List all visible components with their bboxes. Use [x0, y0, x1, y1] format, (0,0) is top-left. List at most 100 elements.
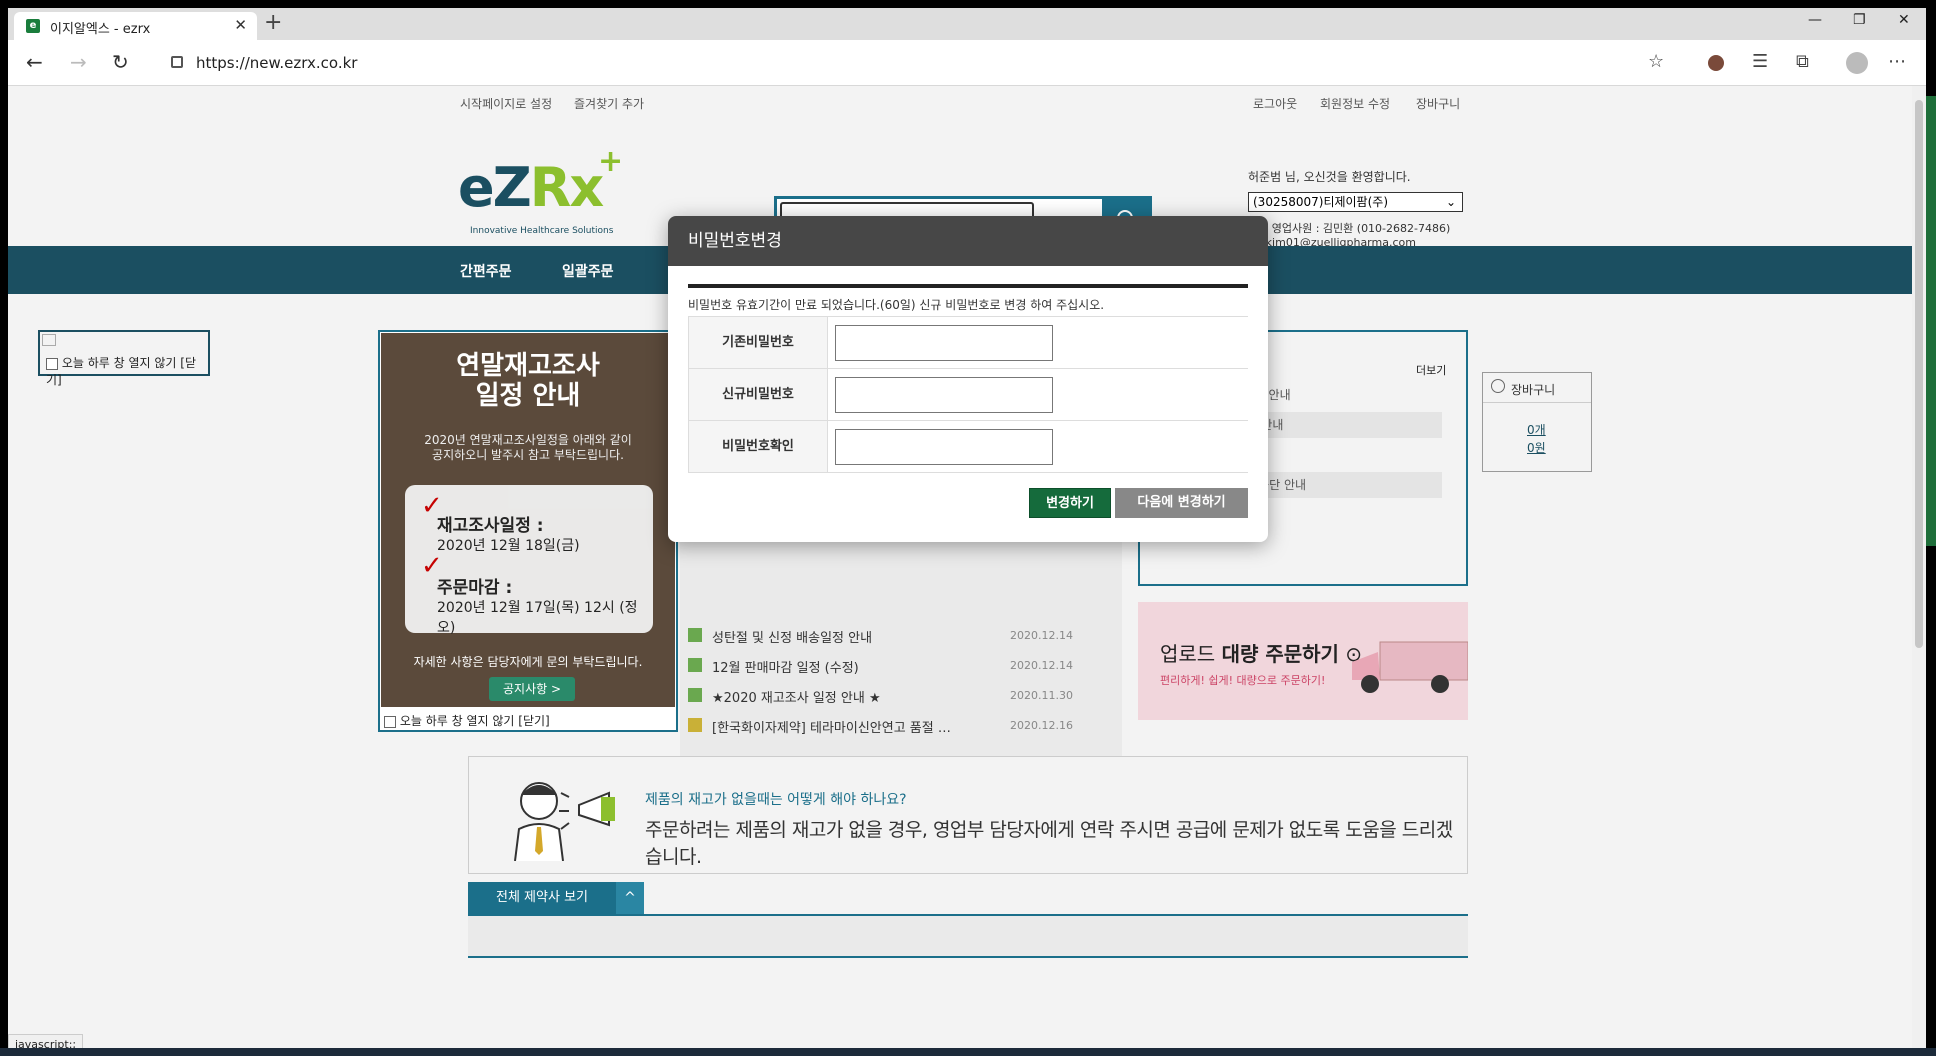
page-scrollbar[interactable] [1912, 86, 1926, 1056]
close-tab-icon[interactable]: ✕ [234, 16, 247, 34]
favorite-star-icon[interactable]: ☆ [1648, 51, 1664, 72]
cart-icon [1491, 379, 1505, 393]
modal-divider [688, 284, 1248, 288]
restore-icon[interactable]: ❐ [1853, 12, 1866, 28]
web-page: 시작페이지로 설정 즐겨찾기 추가 로그아웃 회원정보 수정 장바구니 eZRx… [8, 86, 1912, 1056]
add-favorite-link[interactable]: 즐겨찾기 추가 [574, 95, 644, 112]
refresh-icon[interactable]: ↻ [112, 52, 129, 72]
logo-tagline: Innovative Healthcare Solutions [470, 226, 614, 236]
confirm-password-label: 비밀번호확인 [688, 421, 828, 472]
cart-summary: 장바구니 0개 0원 [1482, 372, 1592, 472]
notice-button[interactable]: 공지사항 > [489, 677, 575, 701]
chevron-down-icon: ⌄ [1445, 195, 1456, 209]
browser-tab[interactable]: e 이지알엑스 - ezrx ✕ [14, 12, 257, 40]
delivery-truck-icon [1352, 641, 1468, 693]
profile-icon[interactable] [1846, 52, 1868, 74]
small-popup: 오늘 하루 창 열지 않기 [닫기] [38, 330, 210, 387]
back-icon[interactable]: ← [26, 52, 43, 72]
schedule-heading: 재고조사일정 : [437, 516, 544, 536]
form-row-confirm: 비밀번호확인 [688, 421, 1248, 473]
list-item[interactable]: 12월 판매마감 일정 (수정) 2020.12.14 [688, 656, 1120, 676]
new-tab-icon[interactable]: + [264, 12, 282, 34]
notice-date: 2020.12.14 [1010, 659, 1073, 672]
url-field[interactable]: https://new.ezrx.co.kr [196, 54, 357, 72]
salesperson-megaphone-icon [514, 782, 615, 861]
nav-bulk-order[interactable]: 일괄주문 [562, 261, 614, 281]
faq-answer: 주문하려는 제품의 재고가 없을 경우, 영업부 담당자에게 연락 주시면 공급… [645, 819, 1453, 868]
scrollbar-thumb[interactable] [1915, 100, 1923, 648]
current-password-field[interactable] [835, 325, 1053, 361]
banner-close-label: 오늘 하루 창 열지 않기 [닫기] [399, 714, 550, 728]
banner-title: 연말재고조사 일정 안내 [381, 351, 675, 411]
upload-title: 업로드 대량 주문하기 ⊙ [1160, 638, 1362, 667]
sales-rep: 담당 영업사원 : 김민환 (010-2682-7486) [1248, 222, 1451, 235]
change-password-button[interactable]: 변경하기 [1029, 488, 1111, 518]
change-later-button[interactable]: 다음에 변경하기 [1115, 488, 1248, 518]
forward-icon[interactable]: → [70, 52, 87, 72]
banner-title-line1: 연말재고조사 [456, 351, 600, 381]
banner-title-line2: 일정 안내 [475, 381, 581, 411]
password-form: 기존비밀번호 신규비밀번호 비밀번호확인 [688, 316, 1248, 473]
cart-count[interactable]: 0개 [1527, 421, 1546, 438]
address-toolbar: ← → ↻ https://new.ezrx.co.kr ☆ ☰ ⧉ ⋯ [8, 40, 1926, 86]
cart-header[interactable]: 장바구니 [1483, 373, 1591, 403]
checkbox[interactable] [46, 357, 58, 370]
small-popup-close-label: 오늘 하루 창 열지 않기 [닫기] [46, 356, 196, 387]
screen: e 이지알엑스 - ezrx ✕ + — ❐ ✕ ← → ↻ https://n… [0, 0, 1936, 1056]
banner-desc: 2020년 연말재고조사일정을 아래와 같이 공지하오니 발주시 참고 부탁드립… [381, 433, 675, 463]
schedule-date: 2020년 12월 18일(금) [437, 538, 580, 554]
form-row-new: 신규비밀번호 [688, 369, 1248, 421]
site-favicon-icon: e [26, 19, 40, 33]
cart-title: 장바구니 [1511, 383, 1556, 397]
faq-box: 제품의 재고가 없을때는 어떻게 해야 하나요? 주문하려는 제품의 재고가 없… [468, 756, 1468, 874]
favorites-icon[interactable]: ☰ [1752, 51, 1768, 72]
deadline-heading: 주문마감 : [437, 578, 513, 598]
new-password-field[interactable] [835, 377, 1053, 413]
shop-select[interactable]: (30258007)티제이팜(주) ⌄ [1248, 192, 1463, 212]
more-menu-icon[interactable]: ⋯ [1888, 51, 1906, 72]
collections-icon[interactable]: ⧉ [1796, 51, 1809, 72]
bullet-icon [688, 628, 702, 642]
minimize-icon[interactable]: — [1808, 12, 1822, 28]
bullet-icon [688, 658, 702, 672]
banner-close[interactable]: 오늘 하루 창 열지 않기 [닫기] [384, 712, 550, 729]
list-item[interactable]: 성탄절 및 신정 배송일정 안내 2020.12.14 [688, 626, 1120, 646]
confirm-password-field[interactable] [835, 429, 1053, 465]
cart-amount[interactable]: 0원 [1527, 439, 1546, 456]
list-item[interactable]: ★2020 재고조사 일정 안내 ★ 2020.11.30 [688, 686, 1120, 706]
close-window-icon[interactable]: ✕ [1898, 12, 1910, 28]
edit-profile-link[interactable]: 회원정보 수정 [1320, 95, 1390, 112]
more-link[interactable]: 더보기 [1416, 362, 1446, 378]
chevron-up-icon[interactable]: ^ [616, 882, 644, 914]
notice-title: [한국화이자제약] 테라마이신안연고 품절 … [712, 721, 951, 736]
background-window-edge [1926, 96, 1936, 546]
bullet-icon [688, 718, 702, 732]
logout-link[interactable]: 로그아웃 [1253, 95, 1297, 112]
upload-title-bold: 대량 주문하기 [1221, 642, 1339, 666]
notice-date: 2020.11.30 [1010, 689, 1073, 702]
ezrx-logo[interactable]: eZRx + [458, 144, 623, 219]
extension-icon[interactable] [1708, 55, 1724, 71]
bulk-upload-banner[interactable]: 업로드 대량 주문하기 ⊙ 편리하게! 쉽게! 대량으로 주문하기! [1138, 602, 1468, 720]
notice-title: 12월 판매마감 일정 (수정) [712, 661, 859, 676]
banner-schedule-card: ✓ 재고조사일정 : 2020년 12월 18일(금) ✓ 주문마감 : 202… [405, 485, 653, 636]
banner-desc-line1: 2020년 연말재고조사일정을 아래와 같이 [424, 433, 632, 447]
deadline-date: 2020년 12월 17일(목) 12시 (정오) [437, 600, 638, 636]
shop-select-value: (30258007)티제이팜(주) [1253, 195, 1389, 209]
bullet-icon [688, 688, 702, 702]
password-change-modal: 비밀번호변경 비밀번호 유효기간이 만료 되었습니다.(60일) 신규 비밀번호… [668, 216, 1268, 542]
faq-question: 제품의 재고가 없을때는 어떻게 해야 하나요? [645, 792, 907, 808]
cart-link[interactable]: 장바구니 [1416, 95, 1460, 112]
all-pharma-label: 전체 제약사 보기 [496, 890, 588, 905]
broken-image-icon [42, 334, 56, 346]
nav-quick-order[interactable]: 간편주문 [460, 261, 512, 281]
checkbox[interactable] [384, 715, 396, 728]
all-pharma-tab[interactable]: 전체 제약사 보기 ^ [468, 882, 644, 914]
current-password-label: 기존비밀번호 [688, 317, 828, 368]
small-popup-close[interactable]: 오늘 하루 창 열지 않기 [닫기] [46, 354, 208, 388]
modal-title: 비밀번호변경 [668, 216, 1268, 266]
upload-desc: 편리하게! 쉽게! 대량으로 주문하기! [1160, 674, 1326, 687]
list-item[interactable]: [한국화이자제약] 테라마이신안연고 품절 … 2020.12.16 [688, 716, 1120, 736]
inventory-banner-image[interactable]: 연말재고조사 일정 안내 2020년 연말재고조사일정을 아래와 같이 공지하오… [381, 333, 675, 707]
set-homepage-link[interactable]: 시작페이지로 설정 [460, 95, 552, 112]
